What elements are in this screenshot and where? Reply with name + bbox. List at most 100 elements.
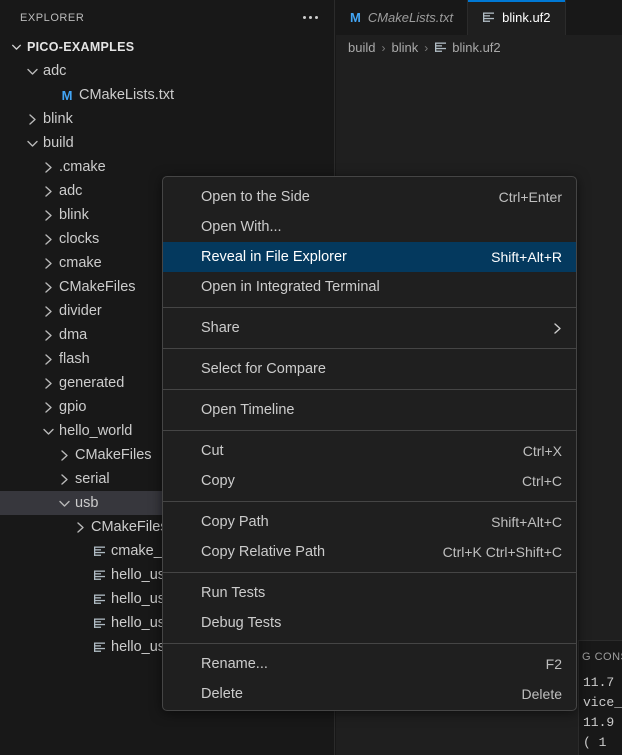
breadcrumb-item[interactable]: blink.uf2 bbox=[434, 40, 501, 55]
tree-root-item[interactable]: PICO-EXAMPLES bbox=[0, 35, 334, 59]
tree-folder-item[interactable]: blink bbox=[0, 107, 334, 131]
tree-folder-item[interactable]: adc bbox=[0, 59, 334, 83]
explorer-title: EXPLORER bbox=[20, 11, 85, 24]
menu-group: Open Timeline bbox=[163, 394, 576, 426]
menu-item[interactable]: Copy Ctrl+C bbox=[163, 466, 576, 496]
menu-separator bbox=[163, 348, 576, 349]
ellipsis-icon[interactable] bbox=[301, 12, 320, 23]
panel-output-line: 11.7 bbox=[583, 675, 615, 690]
menu-item[interactable]: Copy Path Shift+Alt+C bbox=[163, 507, 576, 537]
menu-item[interactable]: Reveal in File Explorer Shift+Alt+R bbox=[163, 242, 576, 272]
tree-item-label: hello_world bbox=[59, 423, 133, 439]
menu-item-label: Copy Path bbox=[201, 514, 269, 530]
tree-file-item[interactable]: M CMakeLists.txt bbox=[0, 83, 334, 107]
menu-item[interactable]: Share bbox=[163, 313, 576, 343]
menu-item[interactable]: Select for Compare bbox=[163, 354, 576, 384]
tree-item-label: clocks bbox=[59, 231, 100, 247]
tree-item-label: serial bbox=[75, 471, 110, 487]
menu-item[interactable]: Open With... bbox=[163, 212, 576, 242]
chevron-down-icon bbox=[24, 139, 41, 148]
menu-item-label: Copy bbox=[201, 473, 235, 489]
menu-item-shortcut: Shift+Alt+C bbox=[491, 514, 562, 530]
chevron-right-icon bbox=[56, 473, 73, 486]
menu-separator bbox=[163, 643, 576, 644]
explorer-header: EXPLORER bbox=[0, 0, 334, 35]
panel-tab-debug-console[interactable]: G CONS bbox=[579, 641, 622, 673]
menu-group: Share bbox=[163, 312, 576, 344]
menu-item-label: Run Tests bbox=[201, 585, 266, 601]
text-file-icon bbox=[89, 641, 109, 654]
vscode-window: EXPLORER PICO-EXAMPLES adc M CMakeLists.txt… bbox=[0, 0, 622, 755]
breadcrumb-separator-icon: › bbox=[381, 40, 386, 55]
menu-item-label: Select for Compare bbox=[201, 361, 326, 377]
tree-item-label: flash bbox=[59, 351, 90, 367]
text-file-icon bbox=[434, 41, 447, 54]
editor-tab[interactable]: blink.uf2 bbox=[468, 0, 566, 35]
menu-group: Cut Ctrl+X Copy Ctrl+C bbox=[163, 435, 576, 497]
menu-group: Open to the Side Ctrl+Enter Open With... Re… bbox=[163, 181, 576, 303]
menu-group: Run Tests Debug Tests bbox=[163, 577, 576, 639]
menu-item-label: Cut bbox=[201, 443, 224, 459]
menu-item[interactable]: Open to the Side Ctrl+Enter bbox=[163, 182, 576, 212]
menu-item[interactable]: Open in Integrated Terminal bbox=[163, 272, 576, 302]
markdown-m-icon: M bbox=[57, 88, 77, 103]
menu-item-label: Open With... bbox=[201, 219, 282, 235]
tree-folder-item[interactable]: build bbox=[0, 131, 334, 155]
tree-item-label: CMakeFiles bbox=[59, 279, 136, 295]
menu-item-label: Open Timeline bbox=[201, 402, 295, 418]
chevron-down-icon bbox=[56, 499, 73, 508]
menu-item-shortcut: Ctrl+K Ctrl+Shift+C bbox=[442, 544, 562, 560]
chevron-right-icon bbox=[40, 401, 57, 414]
breadcrumb-item[interactable]: build bbox=[348, 40, 375, 55]
chevron-right-icon bbox=[40, 161, 57, 174]
menu-item[interactable]: Run Tests bbox=[163, 578, 576, 608]
menu-item-label: Share bbox=[201, 320, 240, 336]
menu-item-shortcut: Ctrl+C bbox=[521, 473, 562, 489]
menu-item[interactable]: Copy Relative Path Ctrl+K Ctrl+Shift+C bbox=[163, 537, 576, 567]
panel-output-line: 11.9 bbox=[583, 715, 615, 730]
tree-item-label: blink bbox=[59, 207, 89, 223]
chevron-down-icon bbox=[24, 67, 41, 76]
breadcrumb-item[interactable]: blink bbox=[391, 40, 418, 55]
editor-tab[interactable]: M CMakeLists.txt bbox=[336, 0, 469, 35]
tree-item-label: .cmake bbox=[59, 159, 106, 175]
menu-item[interactable]: Rename... F2 bbox=[163, 649, 576, 679]
text-file-icon bbox=[93, 569, 106, 582]
chevron-right-icon bbox=[40, 305, 57, 318]
breadcrumb-item-label: blink.uf2 bbox=[452, 40, 501, 55]
menu-item[interactable]: Debug Tests bbox=[163, 608, 576, 638]
menu-item-shortcut: Ctrl+X bbox=[522, 443, 562, 459]
context-menu: Open to the Side Ctrl+Enter Open With... Re… bbox=[162, 176, 577, 711]
menu-separator bbox=[163, 501, 576, 502]
breadcrumb-item-label: build bbox=[348, 40, 376, 55]
menu-item-label: Rename... bbox=[201, 656, 268, 672]
text-file-icon bbox=[93, 617, 106, 630]
chevron-right-icon bbox=[40, 185, 57, 198]
menu-item-shortcut: Shift+Alt+R bbox=[491, 249, 562, 265]
tree-item-label: build bbox=[43, 135, 74, 151]
menu-item[interactable]: Open Timeline bbox=[163, 395, 576, 425]
menu-item-label: Reveal in File Explorer bbox=[201, 249, 347, 265]
text-file-icon bbox=[89, 569, 109, 582]
tree-item-label: usb bbox=[75, 495, 99, 511]
text-file-icon bbox=[89, 617, 109, 630]
chevron-down-icon bbox=[8, 43, 25, 51]
tree-item-label: blink bbox=[43, 111, 73, 127]
editor-tabbar: M CMakeLists.txt blink.uf2 bbox=[336, 0, 622, 35]
breadcrumb: build › blink › blink.uf2 bbox=[336, 35, 622, 60]
tree-item-label: CMakeFiles bbox=[91, 519, 168, 535]
tree-item-label: adc bbox=[59, 183, 83, 199]
tree-item-label: dma bbox=[59, 327, 88, 343]
breadcrumb-item-label: blink bbox=[391, 40, 419, 55]
panel-output-line: ( 1 bbox=[583, 735, 607, 750]
text-file-icon bbox=[93, 593, 106, 606]
menu-item-label: Open in Integrated Terminal bbox=[201, 279, 380, 295]
menu-separator bbox=[163, 389, 576, 390]
menu-item[interactable]: Delete Delete bbox=[163, 679, 576, 709]
text-file-icon bbox=[482, 11, 495, 24]
menu-item[interactable]: Cut Ctrl+X bbox=[163, 436, 576, 466]
menu-item-label: Open to the Side bbox=[201, 189, 310, 205]
panel-output-line: vice_ bbox=[583, 695, 622, 710]
text-file-icon bbox=[93, 641, 106, 654]
menu-item-label: Debug Tests bbox=[201, 615, 282, 631]
